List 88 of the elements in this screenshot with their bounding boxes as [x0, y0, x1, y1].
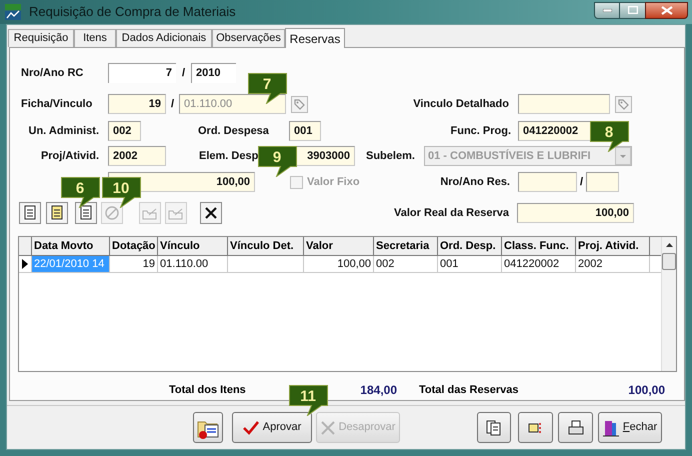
field-label: Subelem. — [366, 148, 416, 164]
text-field[interactable]: 100,00 — [517, 203, 634, 223]
field-label: Proj/Ativid. — [40, 148, 99, 164]
action-button[interactable]: Aprovar — [232, 412, 312, 443]
documents-icon — [485, 418, 503, 436]
row-pointer-icon — [22, 259, 28, 269]
table-cell: 2002 — [576, 256, 650, 272]
tab[interactable]: Requisição — [8, 29, 74, 47]
action-button[interactable]: Fechar — [598, 412, 662, 443]
close-icon — [660, 6, 672, 14]
x-icon — [320, 420, 335, 434]
icon-button[interactable] — [193, 412, 223, 443]
total-label: Total dos Itens — [169, 382, 247, 398]
text-field[interactable]: 001 — [289, 121, 321, 141]
tab[interactable]: Dados Adicionais — [116, 29, 212, 47]
total-value: 184,00 — [359, 382, 397, 399]
check-icon — [242, 420, 259, 434]
column-header[interactable]: Dotação — [110, 237, 158, 255]
table-cell: 19 — [110, 256, 158, 272]
field-label: Vinculo Detalhado — [412, 96, 509, 112]
minimize-icon — [602, 8, 612, 12]
printer-icon — [566, 418, 584, 436]
toolbar-button[interactable] — [75, 202, 97, 224]
field-label: Ficha/Vinculo — [21, 96, 94, 112]
tab[interactable]: Observações — [212, 29, 285, 47]
column-header[interactable]: Data Movto — [32, 237, 110, 255]
text-field[interactable]: 7 — [108, 63, 176, 83]
separator: / — [170, 96, 176, 112]
scroll-up-icon — [666, 243, 672, 247]
number-tooltip: 6 — [61, 177, 100, 208]
toolbar-button[interactable] — [19, 202, 41, 224]
text-field[interactable] — [518, 172, 577, 192]
text-field[interactable] — [586, 172, 619, 192]
column-header[interactable]: Proj. Ativid. — [576, 237, 650, 255]
icon-button[interactable] — [558, 412, 593, 443]
tab[interactable]: Itens — [74, 29, 116, 47]
number-tooltip: 8 — [590, 121, 629, 152]
tag-icon — [618, 98, 629, 110]
number-tooltip: 10 — [102, 177, 141, 208]
text-field[interactable]: 2010 — [191, 63, 236, 83]
icon-button[interactable] — [518, 412, 553, 443]
field-label: Elem. Desp — [199, 148, 259, 164]
icon-button[interactable] — [477, 412, 511, 443]
toolbar-button[interactable] — [200, 202, 222, 224]
table-cell: 01.110.00 — [158, 256, 228, 272]
table-cell: 100,00 — [304, 256, 374, 272]
table-cell: 041220002 — [502, 256, 576, 272]
column-header[interactable]: Vínculo Det. — [228, 237, 304, 255]
number-tooltip: 9 — [258, 146, 297, 177]
no-entry-icon — [103, 204, 121, 222]
table-cell: 002 — [374, 256, 438, 272]
separator: / — [180, 66, 186, 81]
scroll-thumb[interactable] — [662, 253, 676, 270]
text-field[interactable]: 19 — [108, 94, 166, 114]
text-field[interactable]: 2002 — [108, 146, 166, 166]
field-label: Nro/Ano Res. — [439, 174, 510, 190]
separator: / — [578, 174, 584, 190]
tab[interactable]: Reservas — [285, 28, 345, 48]
close-button[interactable] — [645, 2, 688, 18]
column-header[interactable]: Ord. Desp. — [438, 237, 502, 255]
field-label: Nro/Ano RC — [21, 66, 84, 81]
toolbar-button[interactable] — [46, 202, 68, 224]
number-tooltip: 7 — [248, 73, 287, 104]
total-label: Total das Reservas — [419, 382, 520, 398]
column-header[interactable]: Valor — [304, 237, 374, 255]
lookup-button[interactable] — [615, 96, 632, 112]
checkbox-label: Valor Fixo — [307, 174, 360, 190]
minimize-button[interactable] — [594, 2, 620, 18]
tag-icon — [294, 98, 305, 110]
table-cell: 001 — [438, 256, 502, 272]
field-label: Un. Administ. — [28, 124, 99, 139]
column-header[interactable]: Secretaria — [374, 237, 438, 255]
window-title: Requisição de Compra de Materiais — [29, 3, 236, 22]
total-value: 100,00 — [627, 382, 665, 399]
maximize-button[interactable] — [620, 2, 645, 18]
field-label: Func. Prog. — [450, 124, 511, 139]
scrollbar[interactable] — [661, 237, 676, 371]
column-header[interactable]: Vínculo — [158, 237, 228, 255]
column-header[interactable]: Class. Func. — [502, 237, 576, 255]
lookup-button[interactable] — [291, 96, 308, 112]
text-field[interactable] — [518, 94, 610, 114]
field-label: Valor Real da Reserva — [393, 206, 509, 221]
app-icon — [5, 4, 21, 20]
table-cell: 22/01/2010 14 — [32, 256, 110, 272]
text-field[interactable]: 002 — [108, 121, 141, 141]
field-label: Ord. Despesa — [198, 124, 270, 139]
maximize-icon — [628, 6, 638, 14]
number-tooltip: 11 — [289, 385, 328, 416]
